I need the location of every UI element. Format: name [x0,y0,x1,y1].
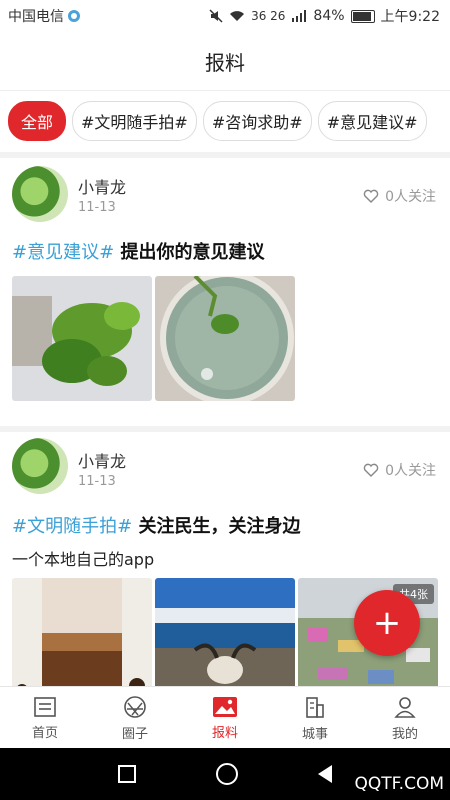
bottom-tab-bar: 首页 圈子 报料 城事 我的 [0,686,450,749]
home-icon [34,696,56,717]
avatar[interactable] [12,166,68,222]
post-title-text: 提出你的意见建议 [120,242,265,263]
tab-me[interactable]: 我的 [360,687,450,749]
mute-icon [209,9,223,23]
clock: 上午9:22 [380,9,440,25]
user-icon [394,696,416,718]
post-author[interactable]: 小青龙 [78,448,126,472]
signal-icon [292,10,307,22]
battery-percent: 84% [313,8,345,24]
recent-apps-icon[interactable] [118,765,136,783]
carrier-label: 中国电信 [8,9,64,25]
tag-all[interactable]: 全部 [8,101,67,141]
follow-button[interactable]: 0人关注 [363,186,436,206]
hd-icon [68,10,80,22]
tab-label: 报料 [211,725,238,741]
post-date: 11-13 [78,200,116,215]
post-image[interactable] [155,578,295,686]
tab-circle[interactable]: 圈子 [90,687,180,749]
heart-icon [363,189,379,203]
topic-filter-bar: 全部 #文明随手拍# #咨询求助# #意见建议# [0,92,450,150]
post-topic[interactable]: #文明随手拍# [12,516,132,537]
tab-label: 首页 [31,725,58,741]
tab-home[interactable]: 首页 [0,687,90,749]
watermark: QQTF.COM [354,774,444,794]
follow-button[interactable]: 0人关注 [363,460,436,480]
post-author[interactable]: 小青龙 [78,174,126,198]
picture-icon [213,696,237,717]
post-title[interactable]: #意见建议# 提出你的意见建议 [12,238,264,264]
post-description: 一个本地自己的app [12,550,155,569]
status-bar: 中国电信 36 26 84% 上午9:22 [0,0,450,32]
tag-civilized-snapshot[interactable]: #文明随手拍# [72,101,197,141]
post-title[interactable]: #文明随手拍# 关注民生，关注身边 [12,512,300,538]
home-nav-icon[interactable] [216,763,238,785]
page-title: 报料 [0,32,450,91]
tag-suggestions[interactable]: #意见建议# [317,101,427,141]
post-date: 11-13 [78,474,116,489]
tab-label: 城事 [301,726,328,742]
new-post-button[interactable]: + [354,590,420,656]
post-topic[interactable]: #意见建议# [12,242,114,263]
post-title-text: 关注民生，关注身边 [138,516,301,537]
post-image[interactable] [12,578,152,686]
post-image[interactable] [155,276,295,401]
follow-count: 0人关注 [385,463,436,479]
heart-icon [363,463,379,477]
battery-icon [350,9,375,23]
tab-label: 圈子 [121,726,148,742]
follow-count: 0人关注 [385,189,436,205]
wifi-icon [230,11,245,21]
tab-report[interactable]: 报料 [180,687,270,749]
avatar[interactable] [12,438,68,494]
tab-label: 我的 [391,726,418,742]
aperture-icon [124,695,146,718]
post-card[interactable]: 小青龙 11-13 0人关注 #意见建议# 提出你的意见建议 [0,158,450,426]
tab-city[interactable]: 城事 [270,687,360,749]
network-label: 36 26 [251,9,286,23]
post-image[interactable] [12,276,152,401]
building-icon [306,696,324,718]
tag-consult-help[interactable]: #咨询求助# [202,101,312,141]
back-icon[interactable] [318,765,332,783]
